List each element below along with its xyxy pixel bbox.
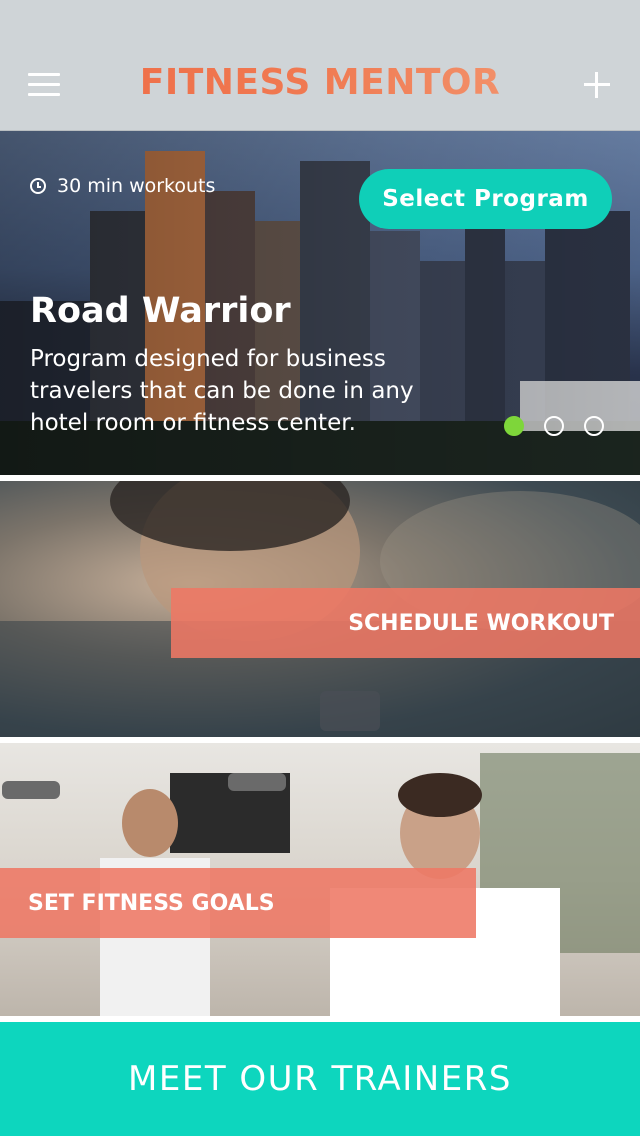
carousel-indicator (504, 416, 604, 436)
fitness-goals-card[interactable]: SET FITNESS GOALS (0, 743, 640, 1016)
carousel-dot-1[interactable] (504, 416, 524, 436)
meet-trainers-button[interactable]: MEET OUR TRAINERS (0, 1022, 640, 1136)
select-program-button[interactable]: Select Program (359, 169, 612, 229)
schedule-workout-card[interactable]: SCHEDULE WORKOUT (0, 481, 640, 737)
clock-icon (30, 178, 46, 194)
program-description: Program designed for business travelers … (30, 346, 414, 436)
set-fitness-goals-button[interactable]: SET FITNESS GOALS (0, 868, 476, 938)
carousel-dot-3[interactable] (584, 416, 604, 436)
app-title: FITNESS MENTOR (0, 62, 640, 103)
plus-icon[interactable] (584, 72, 610, 98)
schedule-workout-button[interactable]: SCHEDULE WORKOUT (171, 588, 640, 658)
duration-label: 30 min workouts (57, 175, 216, 197)
program-hero-banner[interactable]: 30 min workouts Select Program Road Warr… (0, 131, 640, 475)
program-title: Road Warrior (30, 291, 291, 331)
app-header: FITNESS MENTOR (0, 0, 640, 131)
workout-duration: 30 min workouts (30, 175, 215, 197)
carousel-dot-2[interactable] (544, 416, 564, 436)
